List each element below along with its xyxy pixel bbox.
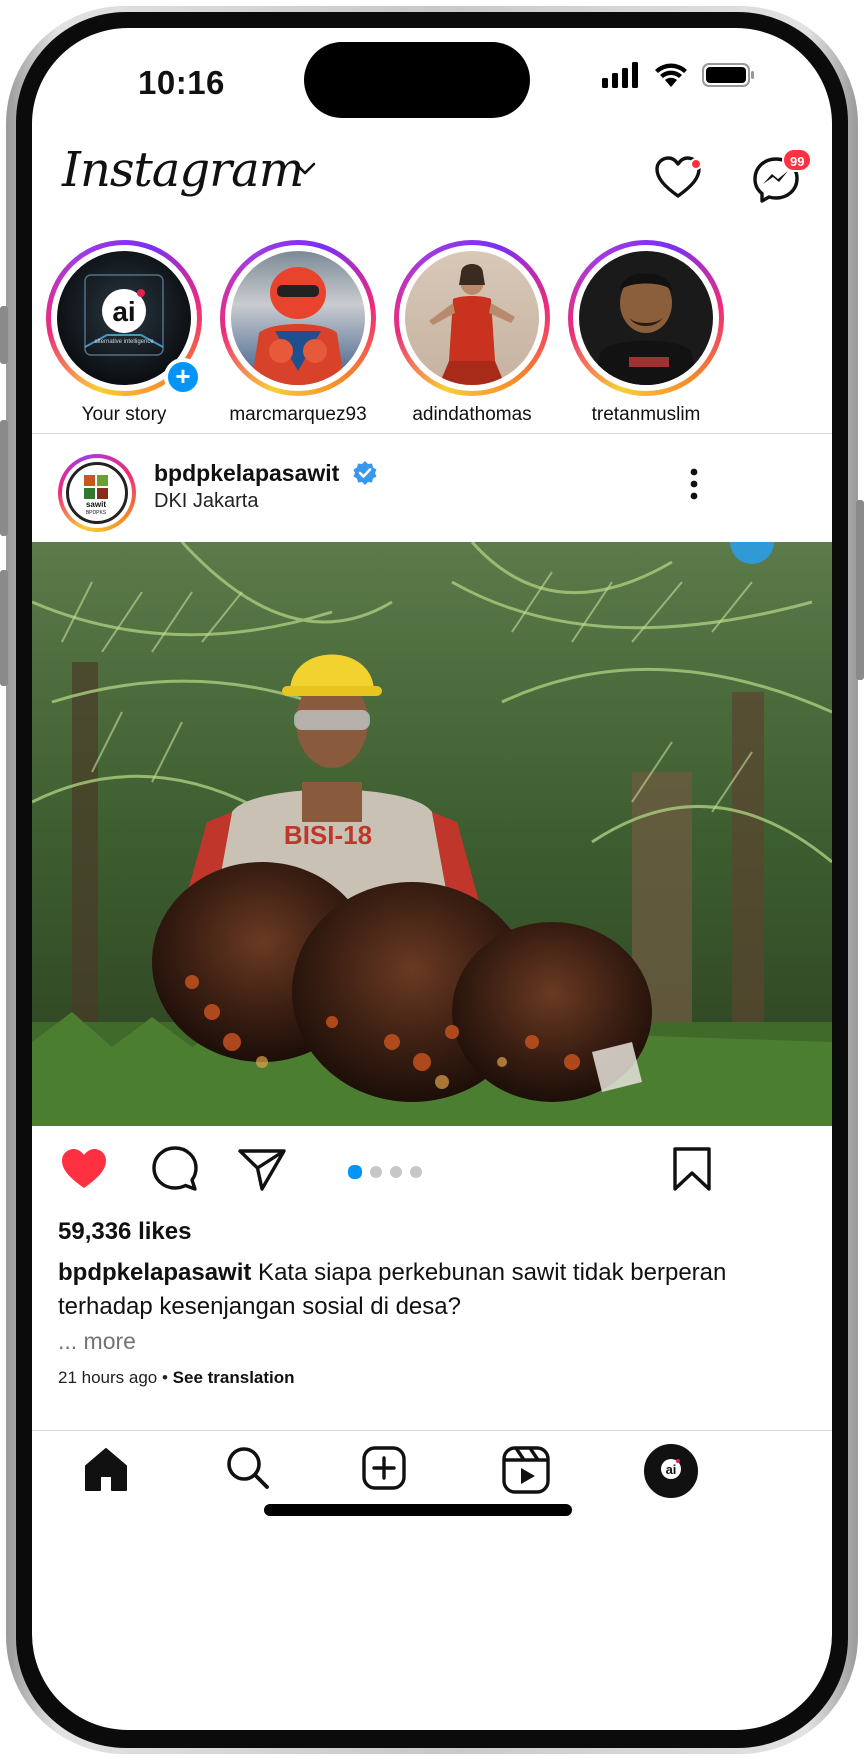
- ai-logo-icon: ai: [661, 1459, 681, 1479]
- avatar: [405, 251, 539, 385]
- story-ring: [394, 240, 550, 396]
- story-marcmarquez93[interactable]: marcmarquez93: [208, 238, 388, 428]
- post-avatar-subtext: BPDPKS: [86, 510, 107, 516]
- avatar-subtext: alternative intelligence: [94, 339, 154, 345]
- post-caption: bpdpkelapasawit Kata siapa perkebunan sa…: [58, 1256, 798, 1324]
- instagram-logo[interactable]: Instagram: [62, 142, 304, 198]
- share-icon[interactable]: [238, 1148, 286, 1192]
- more-options-icon[interactable]: [688, 466, 700, 502]
- tab-bar-divider: [32, 1430, 832, 1431]
- carousel-indicator: [348, 1165, 422, 1179]
- stories-tray: ai alternative intelligence + Your story: [32, 238, 832, 428]
- bookmark-icon[interactable]: [672, 1146, 712, 1192]
- story-your-story[interactable]: ai alternative intelligence + Your story: [34, 238, 214, 428]
- story-ring: [568, 240, 724, 396]
- story-adindathomas[interactable]: adindathomas: [382, 238, 562, 428]
- battery-icon: [702, 63, 754, 87]
- story-ring: [220, 240, 376, 396]
- notification-dot: [690, 158, 702, 170]
- home-icon[interactable]: [82, 1446, 130, 1494]
- status-icons: [602, 62, 756, 88]
- like-icon[interactable]: [60, 1148, 108, 1190]
- post-actions: [32, 1126, 832, 1216]
- post-meta: 21 hours ago • See translation: [58, 1368, 295, 1387]
- carousel-dot: [370, 1166, 382, 1178]
- profile-avatar-text: ai: [666, 1462, 677, 1477]
- likes-count[interactable]: 59,336 likes: [58, 1218, 191, 1246]
- create-icon[interactable]: [362, 1446, 406, 1490]
- avatar-text: ai: [112, 296, 135, 327]
- messages-badge: 99: [782, 148, 813, 172]
- shirt-text: BISI-18: [284, 820, 372, 850]
- post-image[interactable]: BISI-18: [32, 542, 832, 1126]
- story-label: adindathomas: [412, 404, 532, 425]
- post-avatar[interactable]: sawit BPDPKS: [58, 454, 136, 532]
- app-header: Instagram 99: [32, 138, 832, 218]
- carousel-dot-active: [348, 1165, 362, 1179]
- add-story-button[interactable]: +: [164, 358, 202, 396]
- sawit-logo-icon: sawit BPDPKS: [84, 475, 108, 516]
- story-label: marcmarquez93: [229, 404, 367, 425]
- volume-down-button: [0, 570, 8, 686]
- story-label: Your story: [81, 404, 167, 425]
- search-icon[interactable]: [226, 1446, 270, 1490]
- signal-icon: [602, 62, 638, 88]
- screen: 10:16 Instagram 99 ai alternative intell…: [32, 28, 832, 1730]
- profile-avatar[interactable]: ai: [644, 1444, 698, 1498]
- caption-username[interactable]: bpdpkelapasawit: [58, 1259, 251, 1286]
- caption-more-link[interactable]: ... more: [58, 1328, 136, 1355]
- story-label: tretanmuslim: [591, 404, 701, 425]
- comment-icon[interactable]: [152, 1146, 198, 1192]
- reels-icon[interactable]: [502, 1446, 550, 1494]
- avatar: [231, 251, 365, 385]
- power-button: [856, 500, 864, 680]
- volume-up-button: [0, 420, 8, 536]
- see-translation-link[interactable]: See translation: [173, 1368, 295, 1387]
- post-location[interactable]: DKI Jakarta: [154, 490, 258, 513]
- chevron-down-icon[interactable]: [294, 162, 316, 176]
- home-indicator: [264, 1504, 572, 1516]
- verified-icon: [353, 461, 377, 485]
- carousel-dot: [410, 1166, 422, 1178]
- post-username[interactable]: bpdpkelapasawit: [154, 460, 339, 487]
- story-tretanmuslim[interactable]: tretanmuslim: [556, 238, 736, 428]
- post-avatar-text: sawit: [86, 500, 106, 509]
- mute-switch: [0, 306, 8, 364]
- carousel-dot: [390, 1166, 402, 1178]
- wifi-icon: [655, 63, 687, 87]
- dynamic-island: [304, 42, 530, 118]
- avatar: [579, 251, 713, 385]
- status-time: 10:16: [138, 64, 225, 101]
- post-time: 21 hours ago: [58, 1368, 158, 1387]
- post-header: sawit BPDPKS bpdpkelapasawit DKI Jakarta: [32, 434, 832, 542]
